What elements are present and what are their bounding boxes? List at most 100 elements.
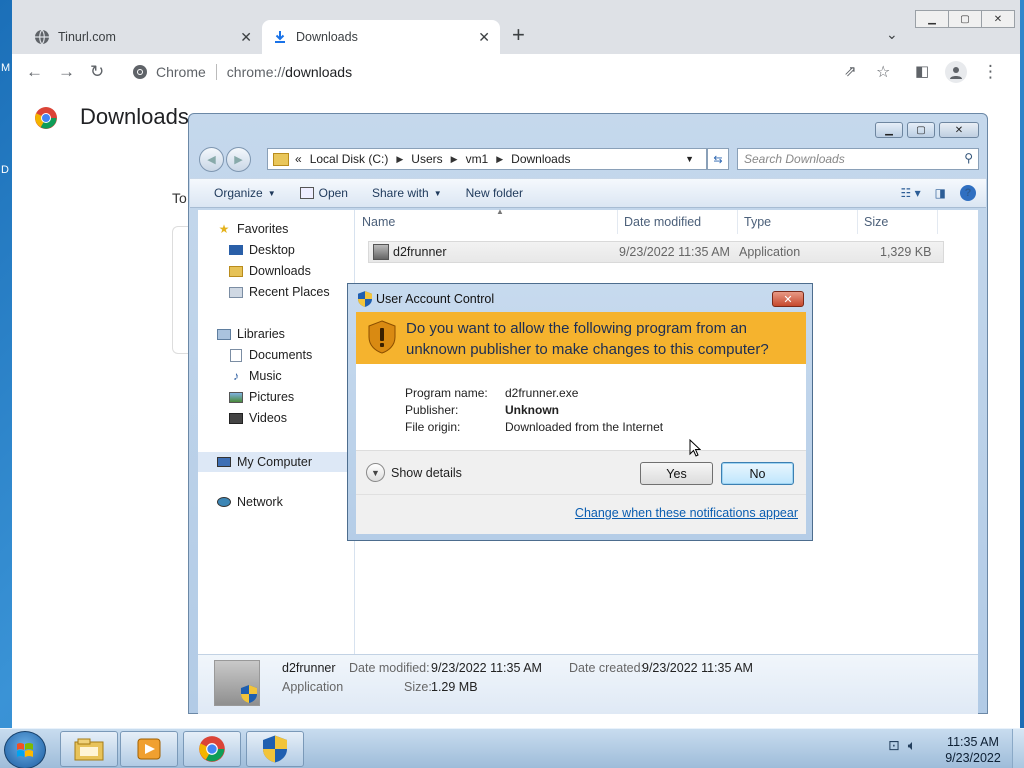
back-icon[interactable]: ◀	[199, 147, 224, 172]
uac-link-row: Change when these notifications appear	[356, 494, 806, 534]
nav-downloads[interactable]: Downloads	[228, 264, 311, 278]
bookmark-star-icon[interactable]: ☆	[876, 62, 890, 82]
nav-label: Music	[249, 369, 282, 383]
nav-network[interactable]: Network	[216, 495, 283, 509]
chrome-icon	[133, 65, 147, 79]
uac-shield-icon	[358, 291, 372, 307]
breadcrumb-item[interactable]: vm1	[466, 152, 489, 166]
address-dropdown-icon[interactable]: ▼	[685, 154, 694, 164]
column-label: Date modified	[624, 215, 702, 229]
taskbar: ⊡ 🔈︎ 11:35 AM 9/23/2022	[0, 728, 1024, 768]
nav-libraries[interactable]: Libraries	[216, 327, 285, 341]
close-icon[interactable]: ✕	[939, 122, 979, 138]
forward-icon[interactable]: ▶	[226, 147, 251, 172]
computer-icon	[216, 455, 232, 469]
search-icon[interactable]: ⚲	[964, 151, 973, 165]
maximize-icon[interactable]: ▢	[907, 122, 935, 138]
omnibox[interactable]: Chrome chrome:// downloads	[122, 57, 902, 87]
file-type: Application	[739, 245, 801, 259]
uac-warning-banner: Do you want to allow the following progr…	[356, 312, 806, 364]
chrome-tab-strip: Tinurl.com ✕ Downloads ✕ + ⌄ ▁ ▢ ✕	[12, 0, 1020, 54]
refresh-icon[interactable]: ⇆	[707, 148, 729, 170]
file-origin-label: File origin:	[405, 420, 461, 434]
minimize-icon[interactable]: ▁	[915, 10, 949, 28]
tab-downloads[interactable]: Downloads ✕	[262, 20, 500, 54]
person-icon	[950, 67, 962, 79]
nav-documents[interactable]: Documents	[228, 348, 312, 362]
nav-music[interactable]: ♪ Music	[228, 369, 282, 383]
nav-favorites[interactable]: ★ Favorites	[216, 222, 289, 236]
details-file-type: Application	[282, 680, 344, 694]
organize-button[interactable]: Organize ▼	[214, 186, 276, 200]
close-icon[interactable]: ✕	[981, 10, 1015, 28]
show-desktop-button[interactable]	[1012, 729, 1024, 768]
share-with-button[interactable]: Share with ▼	[372, 186, 442, 200]
menu-kebab-icon[interactable]: ⋮	[982, 62, 999, 82]
tab-title: Tinurl.com	[58, 30, 116, 44]
column-header-size[interactable]: Size	[858, 210, 938, 234]
search-input[interactable]: Search Downloads ⚲	[737, 148, 979, 170]
new-tab-icon[interactable]: +	[512, 22, 525, 48]
column-header-date-modified[interactable]: Date modified	[618, 210, 738, 234]
network-tray-icon[interactable]: ⊡	[888, 737, 900, 754]
publisher-label: Publisher:	[405, 403, 459, 417]
show-details-toggle[interactable]: ▼ Show details	[366, 463, 462, 482]
start-button[interactable]	[4, 731, 46, 768]
open-button[interactable]: Open	[299, 186, 348, 200]
nav-pictures[interactable]: Pictures	[228, 390, 294, 404]
folder-icon	[273, 152, 289, 166]
profile-avatar[interactable]	[945, 61, 967, 83]
side-panel-icon[interactable]: ◧	[915, 62, 929, 80]
tab-close-icon[interactable]: ✕	[478, 29, 490, 46]
taskbar-uac[interactable]	[246, 731, 304, 767]
yes-button[interactable]: Yes	[640, 462, 713, 485]
nav-desktop[interactable]: Desktop	[228, 243, 295, 257]
back-icon[interactable]: ←	[26, 62, 43, 82]
close-icon[interactable]: ✕	[772, 291, 804, 307]
warning-shield-icon	[368, 320, 396, 354]
clock-time: 11:35 AM	[947, 735, 999, 749]
clock[interactable]: 11:35 AM 9/23/2022	[940, 734, 1006, 766]
change-notifications-link[interactable]: Change when these notifications appear	[575, 506, 798, 520]
tab-search-chevron-icon[interactable]: ⌄	[886, 26, 898, 43]
preview-pane-icon[interactable]: ◨	[935, 186, 946, 200]
no-button[interactable]: No	[721, 462, 794, 485]
column-header-type[interactable]: Type	[738, 210, 858, 234]
breadcrumb-overflow-icon[interactable]: «	[295, 152, 302, 166]
breadcrumb-arrow-icon[interactable]: ▶	[496, 154, 503, 165]
breadcrumb-item[interactable]: Downloads	[511, 152, 570, 166]
breadcrumb-arrow-icon[interactable]: ▶	[396, 154, 403, 165]
taskbar-chrome[interactable]	[183, 731, 241, 767]
breadcrumb-arrow-icon[interactable]: ▶	[451, 154, 458, 165]
system-tray: ⊡ 🔈︎	[888, 737, 916, 754]
page-title: Downloads	[80, 104, 189, 129]
file-row[interactable]: d2frunner 9/23/2022 11:35 AM Application…	[368, 241, 944, 263]
nav-label: Documents	[249, 348, 313, 362]
nav-videos[interactable]: Videos	[228, 411, 287, 425]
help-icon[interactable]: ?	[960, 185, 976, 201]
url-path: downloads	[285, 64, 353, 80]
column-label: Size	[864, 215, 889, 229]
reload-icon[interactable]: ↻	[90, 62, 104, 82]
change-view-icon[interactable]: ☷ ▾	[901, 186, 921, 200]
address-bar[interactable]: « Local Disk (C:) ▶ Users ▶ vm1 ▶ Downlo…	[267, 148, 707, 170]
taskbar-media-player[interactable]	[120, 731, 178, 767]
new-folder-button[interactable]: New folder	[466, 186, 523, 200]
nav-recent-places[interactable]: Recent Places	[228, 285, 330, 299]
nav-label: Favorites	[237, 222, 289, 236]
breadcrumb-item[interactable]: Users	[411, 152, 442, 166]
breadcrumb-item[interactable]: Local Disk (C:)	[310, 152, 389, 166]
explorer-window-controls: ▁ ▢ ✕	[871, 122, 979, 138]
minimize-icon[interactable]: ▁	[875, 122, 903, 138]
media-player-icon	[137, 738, 161, 760]
column-header-name[interactable]: Name	[356, 210, 618, 234]
volume-icon[interactable]: 🔈︎	[908, 737, 916, 754]
nav-my-computer[interactable]: My Computer	[198, 452, 354, 472]
forward-icon[interactable]: →	[58, 62, 75, 82]
share-icon[interactable]: ⇗	[844, 62, 857, 80]
tab-tinurl[interactable]: Tinurl.com ✕	[24, 20, 262, 54]
tab-close-icon[interactable]: ✕	[240, 29, 252, 46]
mouse-cursor-icon	[689, 439, 701, 457]
maximize-icon[interactable]: ▢	[948, 10, 982, 28]
taskbar-explorer[interactable]	[60, 731, 118, 767]
